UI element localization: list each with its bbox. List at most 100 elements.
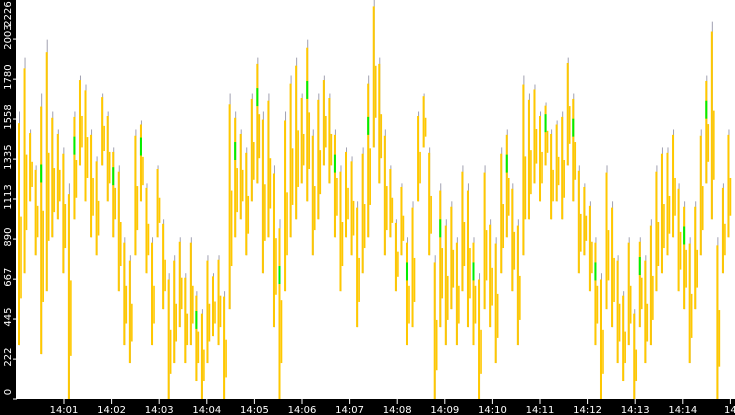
range-bar [134, 135, 137, 256]
range-bar [441, 248, 444, 299]
range-bar [123, 242, 126, 346]
range-bar [696, 249, 699, 288]
range-bar [228, 104, 231, 310]
range-bar [272, 173, 275, 328]
range-bar [668, 195, 671, 234]
range-bar [383, 135, 386, 256]
range-bar [90, 134, 93, 238]
range-bar [256, 63, 259, 184]
range-bar [530, 150, 532, 195]
range-bar [391, 197, 394, 223]
highlight-bar [594, 262, 597, 281]
range-bar [219, 295, 222, 328]
range-bar [618, 303, 621, 342]
range-bar [25, 154, 28, 231]
range-bar [363, 204, 366, 249]
range-bar [203, 349, 205, 382]
range-bar [319, 150, 322, 195]
highlight-bar [195, 310, 198, 329]
range-bar [103, 125, 105, 152]
range-bar [58, 169, 61, 202]
range-bar [644, 260, 647, 364]
range-bar [117, 171, 120, 292]
range-bar [341, 222, 344, 267]
range-bar [245, 152, 248, 256]
highlight-bar [139, 137, 142, 156]
range-bar [599, 279, 602, 399]
range-bar [269, 158, 272, 209]
range-bar [284, 120, 287, 292]
x-tick-label: 14:02 [97, 405, 126, 415]
range-bar [158, 197, 161, 223]
range-bar [372, 6, 375, 148]
highlight-bar [705, 100, 708, 119]
range-bar [513, 231, 516, 270]
range-bar [125, 285, 128, 324]
range-bar [67, 194, 70, 399]
highlight-bar [234, 142, 237, 161]
highlight-bar [472, 262, 475, 281]
range-bar [402, 215, 405, 241]
range-bar [128, 260, 131, 364]
range-bar [611, 207, 614, 328]
range-bar [192, 285, 194, 324]
range-bar [70, 280, 72, 356]
range-bar [563, 160, 565, 198]
range-bar [106, 115, 109, 202]
range-bar [500, 153, 503, 274]
range-bar [250, 98, 253, 202]
range-bar [114, 187, 117, 220]
range-bar [580, 213, 582, 252]
range-bar [234, 117, 237, 238]
range-bar [225, 339, 227, 378]
x-tick-label: 14:09 [430, 405, 459, 415]
range-bar [369, 148, 371, 205]
highlight-bar [256, 88, 259, 107]
highlight-bar [439, 219, 442, 238]
range-bar [350, 161, 353, 256]
range-bar [278, 228, 281, 399]
range-bar [162, 223, 165, 310]
range-bar [333, 134, 336, 238]
range-bar [694, 206, 697, 310]
range-bar [455, 242, 458, 346]
range-bar [539, 115, 542, 202]
range-bar [142, 156, 144, 186]
y-tick-label: 2003 [3, 24, 14, 49]
range-bar [649, 225, 652, 346]
range-bar [101, 97, 104, 166]
range-bar [716, 245, 719, 399]
range-bar [566, 62, 569, 166]
range-bar [546, 130, 549, 153]
range-bar [458, 285, 460, 324]
range-bar [408, 285, 410, 324]
range-bar [151, 242, 154, 346]
x-tick-label: 14:04 [192, 405, 221, 415]
range-bar [452, 249, 455, 288]
range-bar [367, 83, 370, 238]
range-bar [112, 151, 115, 238]
range-bar [264, 184, 266, 241]
range-bar [433, 262, 436, 399]
range-bar [469, 248, 471, 299]
range-bar [646, 303, 649, 342]
range-bar [322, 80, 325, 166]
range-bar [75, 160, 78, 198]
range-bar [657, 222, 660, 267]
range-bar [674, 177, 676, 216]
range-bar [136, 186, 139, 231]
range-bar [511, 188, 514, 292]
range-bar [56, 133, 59, 220]
range-bar [20, 216, 22, 299]
range-bar [607, 230, 610, 281]
range-bar [480, 329, 482, 374]
range-bar [699, 135, 702, 256]
range-bar [489, 224, 492, 328]
range-bar [239, 133, 242, 220]
range-bar [53, 168, 56, 213]
range-bar [485, 230, 488, 281]
range-bar [428, 152, 431, 256]
range-bar [519, 275, 521, 320]
range-bar [300, 98, 303, 184]
highlight-bar [544, 114, 547, 133]
